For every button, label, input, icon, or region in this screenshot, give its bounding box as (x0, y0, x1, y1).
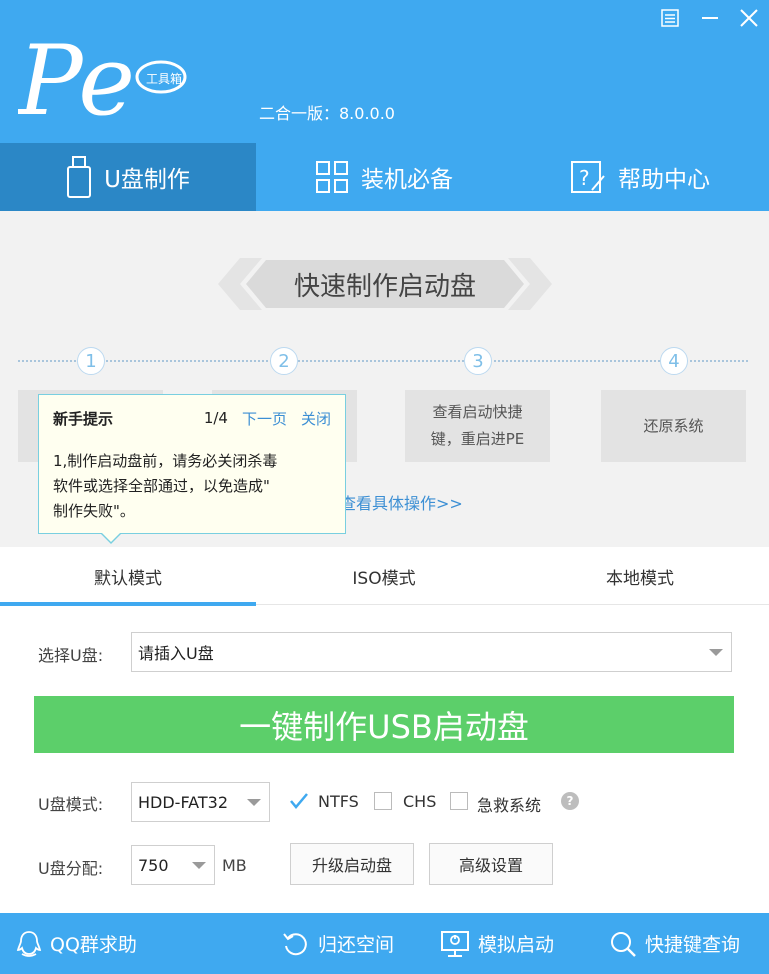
tab-essentials[interactable]: 装机必备 (256, 143, 512, 211)
footer-simulate-boot[interactable]: 模拟启动 (440, 913, 554, 974)
qq-icon (16, 930, 42, 957)
app-logo: Pe 工具箱 (16, 22, 188, 137)
footer-restore-space[interactable]: 归还空间 (282, 913, 394, 974)
svg-text:Pe: Pe (18, 25, 135, 132)
partition-value: 750 (138, 855, 169, 875)
usb-mode-value: HDD-FAT32 (138, 792, 229, 812)
step-number-3: 3 (464, 347, 492, 375)
grid-icon (316, 161, 348, 193)
advanced-settings-button[interactable]: 高级设置 (429, 843, 553, 885)
step-box-3-line2: 键，重启进PE (430, 430, 525, 448)
make-usb-button[interactable]: 一键制作USB启动盘 (34, 696, 734, 753)
partition-label: U盘分配: (38, 859, 104, 878)
partition-unit: MB (222, 856, 247, 875)
usb-icon (67, 156, 92, 198)
step-number-2: 2 (270, 347, 298, 375)
tooltip-title: 新手提示 (53, 409, 114, 428)
footer-shortcut-query[interactable]: 快捷键查询 (609, 913, 740, 974)
tooltip-close-link[interactable]: 关闭 (301, 408, 331, 429)
tab-help-center[interactable]: ? 帮助中心 (512, 143, 768, 211)
footer-shortcut-label: 快捷键查询 (645, 934, 741, 956)
main-nav: U盘制作 装机必备 ? 帮助中心 (0, 143, 769, 211)
tooltip-line-2: 软件或选择全部通过，以免造成" (53, 477, 270, 495)
help-icon: ? (571, 161, 605, 193)
tooltip-line-3: 制作失败"。 (53, 502, 135, 520)
tooltip-next-link[interactable]: 下一页 (242, 408, 287, 429)
tooltip-page: 1/4 (203, 409, 228, 427)
step-dotted-line (18, 360, 748, 362)
step-box-3: 查看启动快捷 键，重启进PE (405, 390, 550, 462)
upgrade-boot-button[interactable]: 升级启动盘 (290, 843, 414, 885)
partition-select[interactable]: 750 (131, 845, 215, 885)
checkmark-icon (290, 793, 308, 809)
mode-tabs: 默认模式 ISO模式 本地模式 (0, 547, 769, 606)
rescue-label: 急救系统 (477, 796, 542, 815)
tab-help-center-label: 帮助中心 (618, 167, 710, 193)
chs-label: CHS (403, 792, 437, 811)
usb-mode-label: U盘模式: (38, 795, 104, 814)
version-label: 二合一版：8.0.0.0 (259, 104, 395, 123)
ntfs-label: NTFS (318, 792, 359, 811)
tutorial-tooltip: 新手提示 1/4 下一页 关闭 1,制作启动盘前，请务必关闭杀毒 软件或选择全部… (38, 394, 346, 534)
step-box-3-line1: 查看启动快捷 (432, 403, 523, 421)
tooltip-arrow-fill (101, 532, 121, 542)
usb-select[interactable]: 请插入U盘 (131, 632, 732, 672)
chevron-down-icon (247, 799, 261, 806)
usb-mode-select[interactable]: HDD-FAT32 (131, 782, 270, 822)
minimize-icon[interactable] (698, 6, 722, 30)
tab-iso-mode[interactable]: ISO模式 (256, 547, 512, 605)
tab-essentials-label: 装机必备 (361, 167, 453, 193)
tab-local-mode[interactable]: 本地模式 (512, 547, 768, 605)
tooltip-line-1: 1,制作启动盘前，请务必关闭杀毒 (53, 452, 278, 470)
monitor-icon (441, 930, 469, 957)
step-box-4: 还原系统 (601, 390, 746, 462)
step-number-4: 4 (660, 347, 688, 375)
chevron-down-icon (192, 862, 206, 869)
help-question-icon[interactable]: ? (561, 792, 579, 810)
chs-checkbox[interactable] (374, 792, 392, 810)
view-details-link[interactable]: 查看具体操作>> (340, 490, 463, 514)
ntfs-checkbox[interactable] (289, 792, 308, 810)
svg-text:?: ? (579, 166, 590, 190)
svg-text:工具箱: 工具箱 (146, 71, 182, 86)
chevron-down-icon (709, 649, 723, 656)
select-usb-label: 选择U盘: (38, 646, 104, 665)
footer-simulate-label: 模拟启动 (478, 934, 555, 956)
tab-usb-make-label: U盘制作 (104, 167, 190, 193)
tab-default-mode[interactable]: 默认模式 (0, 547, 256, 606)
tooltip-body: 1,制作启动盘前，请务必关闭杀毒 软件或选择全部通过，以免造成" 制作失败"。 (53, 449, 331, 524)
close-icon[interactable] (737, 6, 761, 30)
footer-qq-help[interactable]: QQ群求助 (16, 913, 137, 974)
rescue-checkbox[interactable] (450, 792, 468, 810)
step-number-1: 1 (77, 347, 105, 375)
restore-icon (283, 932, 307, 955)
banner-title: 快速制作启动盘 (293, 271, 476, 302)
usb-select-value: 请插入U盘 (138, 644, 214, 663)
menu-icon[interactable] (658, 6, 682, 30)
tab-usb-make[interactable]: U盘制作 (0, 143, 256, 211)
footer-restore-label: 归还空间 (318, 934, 395, 956)
search-icon (611, 931, 636, 957)
footer-qq-label: QQ群求助 (50, 934, 137, 956)
